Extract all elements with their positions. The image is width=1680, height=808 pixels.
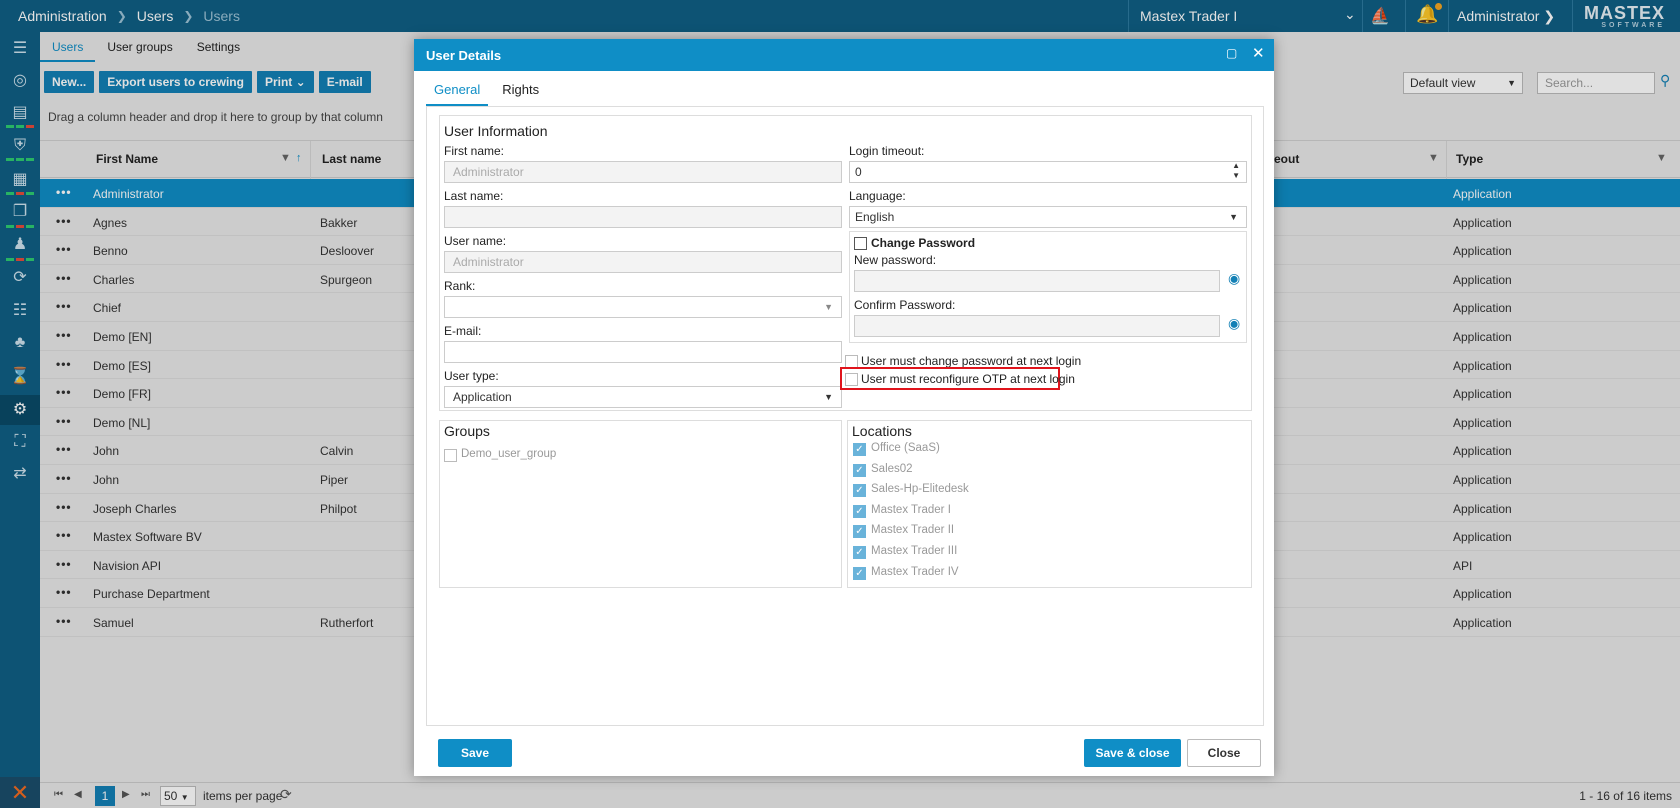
location-checkbox[interactable]: ✓ [853,546,866,559]
dialog-titlebar: User Details ▢ ✕ [414,39,1274,71]
language-label: Language: [849,189,906,203]
location-label: Mastex Trader III [871,545,958,557]
user-information-panel: User Information First name: Administrat… [439,115,1252,411]
login-timeout-label: Login timeout: [849,144,925,158]
eye-icon[interactable]: ◉ [1228,270,1240,287]
language-select[interactable]: English ▼ [849,206,1247,228]
location-checkbox[interactable]: ✓ [853,525,866,539]
user-type-select[interactable]: Application ▼ [444,386,842,408]
location-label: Mastex Trader I [871,503,951,516]
user-information-title: User Information [444,123,548,139]
user-type-label: User type: [444,369,499,383]
close-icon[interactable]: ✕ [1252,44,1265,62]
eye-icon[interactable]: ◉ [1228,315,1240,332]
first-name-label: First name: [444,144,505,158]
maximize-icon[interactable]: ▢ [1226,46,1237,60]
location-checkbox[interactable]: ✓ [853,566,866,580]
location-label: Sales02 [871,462,913,475]
user-type-value: Application [453,390,512,404]
must-reconfigure-otp-label: User must reconfigure OTP at next login [861,372,1075,386]
email-label: E-mail: [444,324,482,338]
groups-panel: Groups Demo_user_group [439,420,842,588]
save-button[interactable]: Save [438,739,512,767]
dialog-title: User Details [426,48,502,63]
change-password-checkbox[interactable] [854,237,867,250]
groups-title: Groups [444,423,490,439]
spin-arrows-icon[interactable]: ▲ ▼ [1232,161,1240,181]
change-password-label: Change Password [871,236,976,250]
caret-down-icon: ▼ [824,302,833,312]
new-password-label: New password: [854,253,937,267]
rank-label: Rank: [444,279,476,293]
caret-down-icon: ▼ [1229,212,1238,222]
email-field[interactable] [444,341,842,363]
language-value: English [855,210,895,224]
last-name-label: Last name: [444,189,504,203]
location-label: Office (SaaS) [871,442,940,454]
dialog-tabs: General Rights [426,80,553,106]
tab-general[interactable]: General [426,80,489,106]
must-reconfigure-otp-checkbox[interactable] [845,373,858,386]
locations-panel: Locations ✓ Office (SaaS) ✓ Sales02 ✓ Sales-H… [847,420,1252,588]
dialog-content: User Information First name: Administrat… [426,106,1264,726]
location-checkbox[interactable]: ✓ [853,443,866,456]
group-checkbox[interactable] [444,449,457,462]
change-password-panel: Change Password New password: ◉ Confirm … [849,231,1247,343]
confirm-password-input[interactable] [854,315,1220,337]
location-label: Sales-Hp-Elitedesk [871,483,969,496]
location-label: Mastex Trader II [871,524,955,537]
location-checkbox[interactable]: ✓ [853,463,866,477]
new-password-input[interactable] [854,270,1220,292]
user-details-dialog: User Details ▢ ✕ General Rights User Inf… [414,39,1274,776]
tab-rights[interactable]: Rights [494,80,547,106]
login-timeout-value: 0 [855,165,862,179]
must-change-password-label: User must change password at next login [861,354,1082,368]
first-name-input[interactable]: Administrator [444,161,842,183]
login-timeout-stepper[interactable]: 0 ▲ ▼ [849,161,1247,183]
caret-down-icon: ▼ [824,392,833,402]
last-name-input[interactable] [444,206,842,228]
group-label: Demo_user_group [461,448,557,460]
user-name-label: User name: [444,234,507,248]
confirm-password-label: Confirm Password: [854,298,956,312]
rank-select[interactable]: ▼ [444,296,842,318]
location-checkbox[interactable]: ✓ [853,504,866,518]
close-button[interactable]: Close [1187,739,1261,767]
user-name-input[interactable]: Administrator [444,251,842,273]
location-label: Mastex Trader IV [871,565,959,578]
locations-title: Locations [852,423,912,439]
save-close-button[interactable]: Save & close [1084,739,1181,767]
location-checkbox[interactable]: ✓ [853,484,866,498]
